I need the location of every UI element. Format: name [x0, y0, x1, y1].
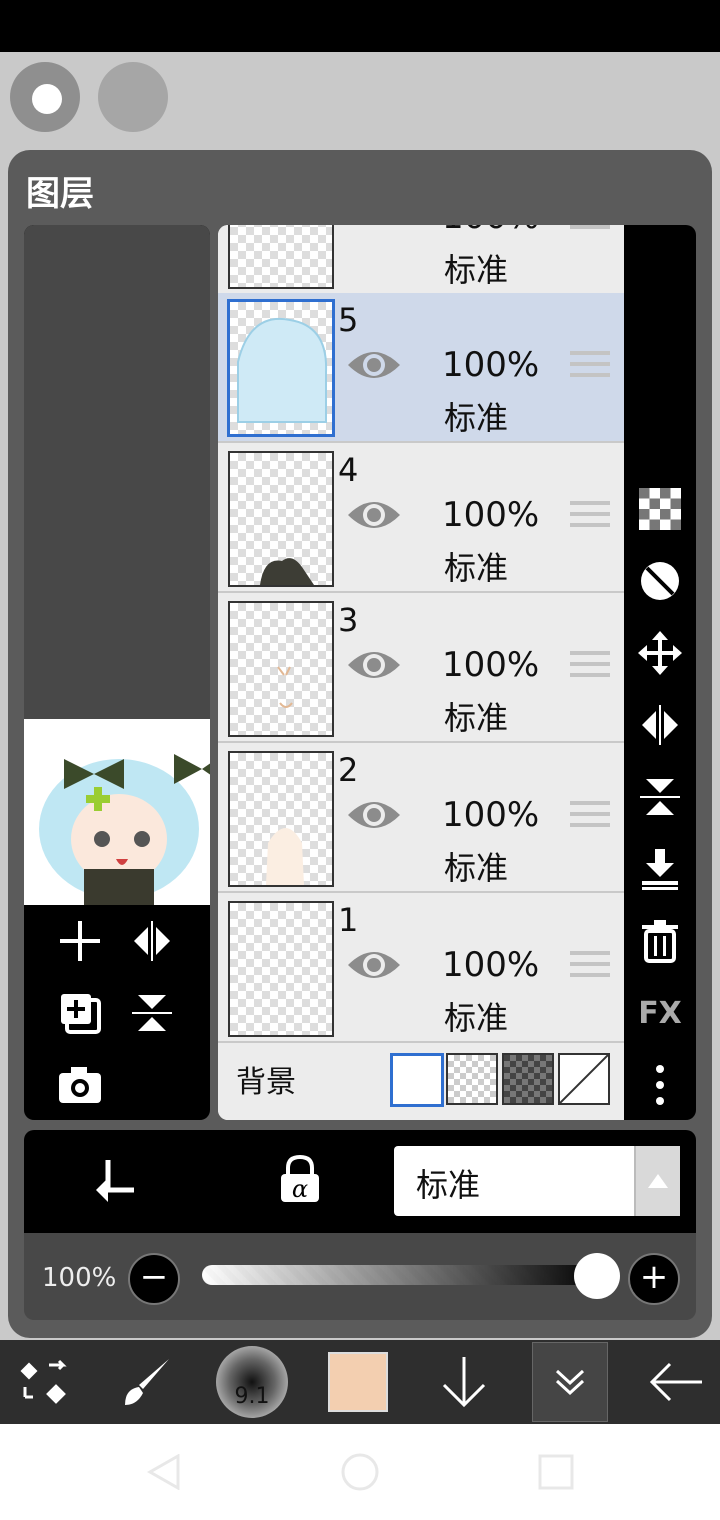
preview-column: [24, 225, 210, 1120]
blend-mode-value: 标准: [416, 1166, 481, 1204]
layer-blend-mode: 标准: [444, 999, 509, 1037]
color-button[interactable]: [328, 1340, 388, 1424]
background-label: 背景: [236, 1065, 296, 1100]
back-canvas-button[interactable]: [10, 62, 80, 132]
visibility-eye-icon[interactable]: [346, 345, 402, 385]
drag-handle-icon[interactable]: [570, 951, 610, 981]
brush-size-button[interactable]: 9.1: [214, 1340, 290, 1424]
opacity-lock-icon[interactable]: [634, 555, 686, 607]
current-color-swatch: [328, 1352, 388, 1412]
visibility-eye-icon[interactable]: [346, 795, 402, 835]
background-row: 背景: [218, 1043, 624, 1120]
svg-text:α: α: [292, 1175, 308, 1203]
circle-icon: [32, 84, 62, 114]
checker-icon[interactable]: [634, 483, 686, 535]
drag-handle-icon[interactable]: [570, 501, 610, 531]
layer-thumbnail: [228, 751, 334, 887]
layer-opacity: 100%: [442, 345, 540, 385]
trash-icon[interactable]: [634, 915, 686, 967]
visibility-eye-icon[interactable]: [346, 945, 402, 985]
merge-down-icon[interactable]: [634, 843, 686, 895]
flip-vertical-icon[interactable]: [122, 983, 182, 1043]
move-icon[interactable]: [634, 627, 686, 679]
status-bar: [0, 0, 720, 52]
more-icon[interactable]: [634, 1059, 686, 1111]
bg-none-swatch[interactable]: [558, 1053, 610, 1105]
nav-recents-icon[interactable]: [538, 1454, 574, 1494]
layer-number: 5: [338, 301, 359, 339]
layer-panel-toggle[interactable]: [532, 1342, 608, 1422]
layer-blend-mode: 标准: [444, 699, 509, 737]
layer-blend-mode: 标准: [444, 399, 509, 437]
opacity-label: 100%: [42, 1263, 117, 1293]
dropdown-arrow-icon[interactable]: [634, 1146, 680, 1216]
layer-tools-column: FX: [624, 225, 696, 1120]
fx-icon[interactable]: FX: [634, 987, 686, 1039]
duplicate-layer-icon[interactable]: [50, 983, 110, 1043]
layer-row-2[interactable]: 2 100% 标准: [218, 743, 624, 893]
add-layer-icon[interactable]: [50, 911, 110, 971]
double-chevron-down-icon: [555, 1369, 585, 1396]
layer-number: 4: [338, 451, 359, 489]
layer-opacity: 100%: [442, 945, 540, 985]
clipping-icon[interactable]: [94, 1156, 140, 1206]
brush-tool-icon[interactable]: [116, 1340, 176, 1424]
layer-number: 1: [338, 901, 359, 939]
flip-vertical-icon[interactable]: [634, 771, 686, 823]
system-nav-bar: [0, 1424, 720, 1520]
visibility-eye-icon[interactable]: [346, 495, 402, 535]
opacity-bar: 100% − +: [24, 1233, 696, 1320]
preview-area: [24, 225, 210, 719]
bg-dark-swatch[interactable]: [502, 1053, 554, 1105]
opacity-plus-button[interactable]: +: [628, 1253, 680, 1305]
drag-handle-icon[interactable]: [570, 651, 610, 681]
canvas-thumbnail: [24, 719, 210, 909]
panel-title: 图层: [26, 174, 94, 214]
layer-opacity: 100%: [442, 645, 540, 685]
menu-canvas-button[interactable]: [98, 62, 168, 132]
layer-row[interactable]: 100% 标准: [218, 225, 624, 295]
down-arrow-icon[interactable]: [434, 1340, 494, 1424]
layer-thumbnail: [228, 601, 334, 737]
layer-thumbnail: [228, 225, 334, 289]
layer-thumbnail: [228, 451, 334, 587]
camera-icon[interactable]: [50, 1055, 110, 1115]
blend-bar: α 标准: [24, 1130, 696, 1233]
layer-row-4[interactable]: 4 100% 标准: [218, 443, 624, 593]
drag-handle-icon[interactable]: [570, 351, 610, 381]
layer-thumbnail: [228, 901, 334, 1037]
transform-tool-icon[interactable]: [14, 1340, 74, 1424]
layer-list[interactable]: 100% 标准 5 100% 标准 4 100% 标准 3: [218, 225, 624, 1120]
visibility-eye-icon[interactable]: [346, 645, 402, 685]
layer-row-3[interactable]: 3 100% 标准: [218, 593, 624, 743]
layer-row-1[interactable]: 1 100% 标准: [218, 893, 624, 1043]
flip-horizontal-icon[interactable]: [634, 699, 686, 751]
layer-number: 2: [338, 751, 359, 789]
brush-preview-icon: 9.1: [216, 1346, 288, 1418]
layer-opacity: 100%: [442, 795, 540, 835]
layer-blend-mode: 标准: [444, 849, 509, 887]
opacity-slider-knob[interactable]: [574, 1253, 620, 1299]
back-arrow-icon[interactable]: [644, 1340, 708, 1424]
nav-home-icon[interactable]: [340, 1452, 380, 1496]
layer-opacity: 100%: [442, 495, 540, 535]
nav-back-icon[interactable]: [146, 1453, 180, 1494]
layer-number: 3: [338, 601, 359, 639]
layer-opacity: 100%: [442, 225, 539, 237]
bg-transparent-swatch[interactable]: [446, 1053, 498, 1105]
layer-thumbnail: [227, 299, 335, 437]
flip-horizontal-icon[interactable]: [122, 911, 182, 971]
bg-white-swatch[interactable]: [390, 1053, 444, 1107]
alpha-lock-icon[interactable]: α: [278, 1154, 322, 1208]
drag-handle-icon[interactable]: [570, 225, 610, 233]
opacity-minus-button[interactable]: −: [128, 1253, 180, 1305]
bottom-toolbar: 9.1: [0, 1340, 720, 1424]
blend-mode-select[interactable]: 标准: [394, 1146, 680, 1216]
opacity-slider[interactable]: [202, 1265, 602, 1285]
brush-size-value: 9.1: [234, 1384, 270, 1409]
drag-handle-icon[interactable]: [570, 801, 610, 831]
layer-blend-mode: 标准: [444, 251, 509, 289]
layer-blend-mode: 标准: [444, 549, 509, 587]
layer-row-5[interactable]: 5 100% 标准: [218, 293, 624, 443]
